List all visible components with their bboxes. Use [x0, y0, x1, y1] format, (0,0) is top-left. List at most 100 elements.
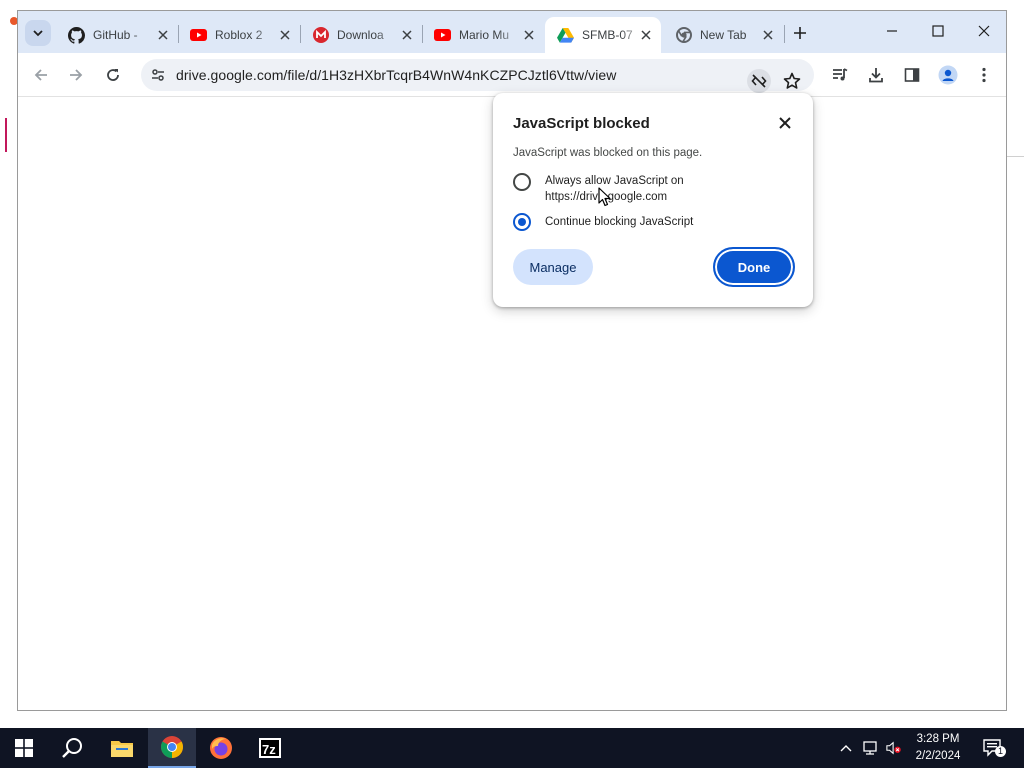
taskbar: 7z 3:28 PM 2/2/2024 1 — [0, 728, 1024, 768]
taskbar-search-button[interactable] — [48, 728, 96, 768]
minimize-button[interactable] — [880, 21, 904, 41]
close-icon — [978, 25, 990, 37]
plus-icon — [794, 27, 806, 39]
radio-option-allow[interactable]: Always allow JavaScript on https://drive… — [513, 173, 745, 205]
notification-center-button[interactable]: 1 — [982, 738, 1007, 758]
desktop-edge-mark — [5, 118, 7, 152]
firefox-icon — [210, 737, 232, 759]
address-bar[interactable]: drive.google.com/file/d/1H3zHXbrTcqrB4Wn… — [141, 59, 814, 91]
side-panel-button[interactable] — [901, 64, 923, 86]
tab-sfmb-07[interactable]: SFMB-07 — [545, 17, 661, 53]
network-icon — [863, 741, 877, 755]
clock-time: 3:28 PM — [916, 733, 960, 745]
star-icon — [783, 72, 801, 89]
close-icon[interactable] — [522, 28, 536, 42]
manage-button[interactable]: Manage — [513, 249, 593, 285]
javascript-blocked-dialog: JavaScript blocked JavaScript was blocke… — [493, 93, 813, 307]
radio-block-label: Continue blocking JavaScript — [545, 216, 694, 228]
network-tray-icon[interactable] — [862, 740, 878, 756]
google-drive-icon — [557, 27, 574, 44]
chrome-taskbar-button[interactable] — [148, 728, 196, 768]
downloads-button[interactable] — [865, 64, 887, 86]
arrow-right-icon — [70, 69, 83, 81]
code-blocked-icon — [751, 74, 767, 88]
notification-count: 1 — [995, 746, 1007, 757]
tab-title: Mario Mu — [459, 28, 510, 42]
download-icon — [869, 68, 883, 83]
start-button[interactable] — [0, 728, 48, 768]
tab-title: GitHub - — [93, 28, 138, 42]
media-controls-button[interactable] — [829, 64, 851, 86]
tab-strip: GitHub - Roblox 2 Downloa Mario Mu SFMB-… — [18, 11, 1006, 53]
javascript-blocked-button[interactable] — [747, 69, 771, 93]
arrow-left-icon — [34, 69, 47, 81]
tab-search-button[interactable] — [25, 20, 51, 46]
volume-muted-icon — [886, 741, 901, 755]
tab-title: Downloa — [337, 28, 384, 42]
site-settings-icon[interactable] — [149, 66, 167, 84]
chevron-down-icon — [33, 30, 43, 37]
back-button[interactable] — [30, 64, 52, 86]
browser-toolbar: drive.google.com/file/d/1H3zHXbrTcqrB4Wn… — [18, 53, 1006, 97]
tab-new-tab[interactable]: New Tab — [663, 17, 783, 53]
volume-tray-icon[interactable] — [886, 740, 902, 756]
close-icon[interactable] — [639, 28, 653, 42]
show-hidden-icons-button[interactable] — [838, 740, 854, 756]
menu-button[interactable] — [973, 64, 995, 86]
firefox-taskbar-button[interactable] — [197, 728, 245, 768]
clock-date: 2/2/2024 — [915, 750, 961, 762]
youtube-icon — [434, 27, 451, 44]
radio-allow[interactable] — [513, 173, 531, 191]
bookmark-button[interactable] — [780, 69, 804, 93]
side-panel-icon — [904, 68, 920, 82]
tab-github[interactable]: GitHub - — [56, 17, 178, 53]
done-button[interactable]: Done — [713, 247, 795, 287]
dialog-close-button[interactable] — [775, 113, 795, 133]
forward-button[interactable] — [65, 64, 87, 86]
close-icon[interactable] — [761, 28, 775, 42]
media-queue-icon — [833, 68, 848, 81]
close-icon[interactable] — [400, 28, 414, 42]
radio-allow-label: Always allow JavaScript on https://drive… — [545, 175, 684, 203]
avatar-icon — [938, 65, 958, 85]
chrome-icon — [675, 27, 692, 44]
mega-icon — [312, 27, 329, 44]
radio-block[interactable] — [513, 213, 531, 231]
tab-title: SFMB-07 — [582, 28, 633, 42]
desktop-divider — [1006, 156, 1024, 157]
7zip-taskbar-button[interactable]: 7z — [246, 728, 294, 768]
close-icon — [779, 117, 791, 129]
tab-title: Roblox 2 — [215, 28, 263, 42]
tab-title: New Tab — [700, 28, 747, 42]
close-window-button[interactable] — [972, 21, 996, 41]
file-explorer-button[interactable] — [98, 728, 146, 768]
folder-icon — [111, 741, 133, 757]
tab-mario[interactable]: Mario Mu — [422, 17, 544, 53]
reload-button[interactable] — [102, 64, 124, 86]
tab-roblox[interactable]: Roblox 2 — [178, 17, 300, 53]
chrome-icon — [161, 736, 183, 758]
dialog-title: JavaScript blocked — [513, 115, 650, 132]
profile-button[interactable] — [937, 64, 959, 86]
url-text[interactable]: drive.google.com/file/d/1H3zHXbrTcqrB4Wn… — [176, 67, 616, 83]
github-icon — [68, 26, 85, 44]
mouse-cursor-icon — [598, 187, 611, 207]
maximize-button[interactable] — [926, 21, 950, 41]
svg-text:7z: 7z — [262, 742, 276, 757]
minimize-icon — [887, 30, 897, 32]
chevron-up-icon — [840, 745, 852, 752]
tab-separator — [784, 25, 785, 43]
maximize-icon — [932, 25, 944, 37]
radio-option-block[interactable]: Continue blocking JavaScript — [513, 213, 745, 231]
close-icon[interactable] — [156, 28, 170, 42]
tab-download[interactable]: Downloa — [300, 17, 422, 53]
dialog-description: JavaScript was blocked on this page. — [513, 147, 703, 159]
more-vert-icon — [982, 67, 986, 83]
reload-icon — [107, 69, 119, 81]
desktop-background — [0, 0, 17, 728]
taskbar-clock[interactable]: 3:28 PM 2/2/2024 — [908, 731, 968, 765]
windows-icon — [15, 739, 33, 757]
close-icon[interactable] — [278, 28, 292, 42]
youtube-icon — [190, 27, 207, 44]
new-tab-button[interactable] — [790, 23, 810, 43]
